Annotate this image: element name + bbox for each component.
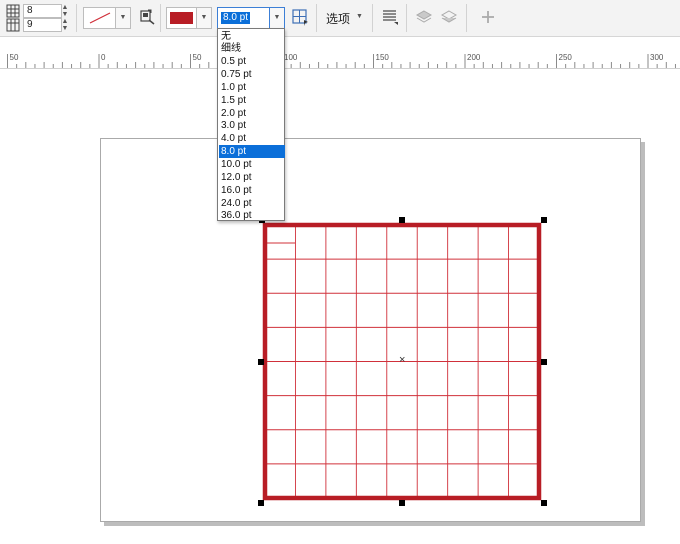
line-width-dropdown-list[interactable]: 无细线 0.5 pt 0.75 pt 1.0 pt 1.5 pt 2.0 pt 3.0 pt… (217, 28, 285, 221)
line-width-option[interactable]: 36.0 pt (219, 209, 285, 222)
line-width-option[interactable]: 10.0 pt (219, 158, 285, 171)
line-width-option[interactable]: 1.0 pt (219, 81, 285, 94)
selection-handle-left[interactable] (258, 359, 264, 365)
selection-handle-right[interactable] (541, 359, 547, 365)
table-object[interactable] (0, 0, 680, 544)
line-width-option[interactable]: 16.0 pt (219, 184, 285, 197)
line-width-option[interactable]: 0.75 pt (219, 68, 285, 81)
line-width-option[interactable]: 3.0 pt (219, 119, 285, 132)
line-width-option[interactable]: 24.0 pt (219, 197, 285, 210)
line-width-option[interactable]: 4.0 pt (219, 132, 285, 145)
selection-handle-top[interactable] (399, 217, 405, 223)
line-width-option[interactable]: 2.0 pt (219, 107, 285, 120)
selection-handle-bottom-left[interactable] (258, 500, 264, 506)
line-width-option[interactable]: 1.5 pt (219, 94, 285, 107)
line-width-option[interactable]: 8.0 pt (219, 145, 285, 158)
line-width-option[interactable]: 无 (219, 30, 285, 43)
selection-handle-bottom-right[interactable] (541, 500, 547, 506)
line-width-option[interactable]: 细线 (219, 42, 285, 55)
rotation-center-icon[interactable]: × (399, 355, 405, 366)
line-width-option[interactable]: 0.5 pt (219, 55, 285, 68)
selection-handle-top-right[interactable] (541, 217, 547, 223)
line-width-option[interactable]: 12.0 pt (219, 171, 285, 184)
selection-handle-bottom[interactable] (399, 500, 405, 506)
